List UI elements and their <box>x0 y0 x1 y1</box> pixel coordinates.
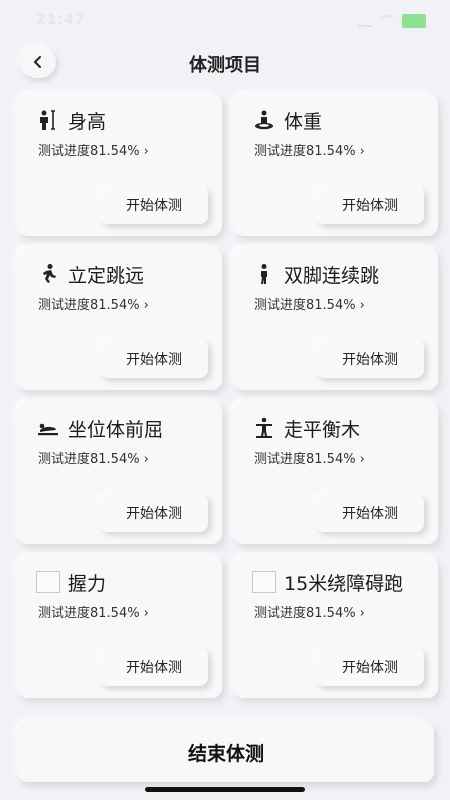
progress-text: 测试进度81.54% <box>254 298 356 313</box>
card-title: 立定跳远 <box>68 264 145 287</box>
battery-icon <box>402 14 426 28</box>
chevron-right-icon: › <box>359 606 365 621</box>
test-items-grid: 身高 测试进度81.54% › 开始体测 体重 测试进度81.54% › 开始体测 <box>18 94 438 698</box>
card-title: 握力 <box>68 572 107 595</box>
chevron-right-icon: › <box>143 144 149 159</box>
start-test-button[interactable]: 开始体测 <box>316 648 424 686</box>
chevron-right-icon: › <box>359 452 365 467</box>
obstacle-run-placeholder-icon <box>252 570 276 594</box>
card-title: 体重 <box>284 110 323 133</box>
progress-link[interactable]: 测试进度81.54% › <box>254 140 365 159</box>
test-card-double-jump: 双脚连续跳 测试进度81.54% › 开始体测 <box>234 248 438 390</box>
card-title: 15米绕障碍跑 <box>284 572 404 595</box>
card-title: 双脚连续跳 <box>284 264 380 287</box>
progress-link[interactable]: 测试进度81.54% › <box>254 294 365 313</box>
progress-text: 测试进度81.54% <box>254 144 356 159</box>
start-test-button[interactable]: 开始体测 <box>100 186 208 224</box>
test-card-balance-beam: 走平衡木 测试进度81.54% › 开始体测 <box>234 402 438 544</box>
test-card-sit-reach: 坐位体前屈 测试进度81.54% › 开始体测 <box>18 402 222 544</box>
progress-link[interactable]: 测试进度81.54% › <box>38 602 149 621</box>
status-time: 21:47 <box>36 12 86 28</box>
grip-placeholder-icon <box>36 570 60 594</box>
balance-beam-icon <box>252 416 276 440</box>
home-indicator <box>145 787 305 792</box>
sit-reach-icon <box>36 416 60 440</box>
chevron-right-icon: › <box>143 298 149 313</box>
weight-icon <box>252 108 276 132</box>
wifi-icon <box>380 15 394 27</box>
test-card-grip: 握力 测试进度81.54% › 开始体测 <box>18 556 222 698</box>
progress-link[interactable]: 测试进度81.54% › <box>38 140 149 159</box>
start-test-button[interactable]: 开始体测 <box>316 340 424 378</box>
progress-text: 测试进度81.54% <box>38 298 140 313</box>
start-test-button[interactable]: 开始体测 <box>100 494 208 532</box>
progress-link[interactable]: 测试进度81.54% › <box>254 602 365 621</box>
progress-text: 测试进度81.54% <box>254 606 356 621</box>
start-test-button[interactable]: 开始体测 <box>100 340 208 378</box>
height-icon <box>36 108 60 132</box>
progress-link[interactable]: 测试进度81.54% › <box>38 294 149 313</box>
jump-icon <box>252 262 276 286</box>
end-test-button[interactable]: 结束体测 <box>18 722 434 782</box>
card-title: 身高 <box>68 110 107 133</box>
test-card-long-jump: 立定跳远 测试进度81.54% › 开始体测 <box>18 248 222 390</box>
start-test-button[interactable]: 开始体测 <box>316 186 424 224</box>
chevron-right-icon: › <box>143 606 149 621</box>
chevron-right-icon: › <box>359 144 365 159</box>
long-jump-icon <box>36 262 60 286</box>
status-icons <box>358 14 426 28</box>
card-title: 走平衡木 <box>284 418 361 441</box>
progress-link[interactable]: 测试进度81.54% › <box>254 448 365 467</box>
start-test-button[interactable]: 开始体测 <box>316 494 424 532</box>
progress-link[interactable]: 测试进度81.54% › <box>38 448 149 467</box>
test-card-obstacle-run: 15米绕障碍跑 测试进度81.54% › 开始体测 <box>234 556 438 698</box>
chevron-right-icon: › <box>359 298 365 313</box>
progress-text: 测试进度81.54% <box>38 606 140 621</box>
progress-text: 测试进度81.54% <box>38 452 140 467</box>
chevron-right-icon: › <box>143 452 149 467</box>
progress-text: 测试进度81.54% <box>254 452 356 467</box>
start-test-button[interactable]: 开始体测 <box>100 648 208 686</box>
card-title: 坐位体前屈 <box>68 418 164 441</box>
signal-icon <box>358 15 372 27</box>
test-card-height: 身高 测试进度81.54% › 开始体测 <box>18 94 222 236</box>
header: 体测项目 <box>0 40 450 84</box>
status-bar: 21:47 <box>0 0 450 40</box>
page-title: 体测项目 <box>189 55 261 76</box>
progress-text: 测试进度81.54% <box>38 144 140 159</box>
test-card-weight: 体重 测试进度81.54% › 开始体测 <box>234 94 438 236</box>
